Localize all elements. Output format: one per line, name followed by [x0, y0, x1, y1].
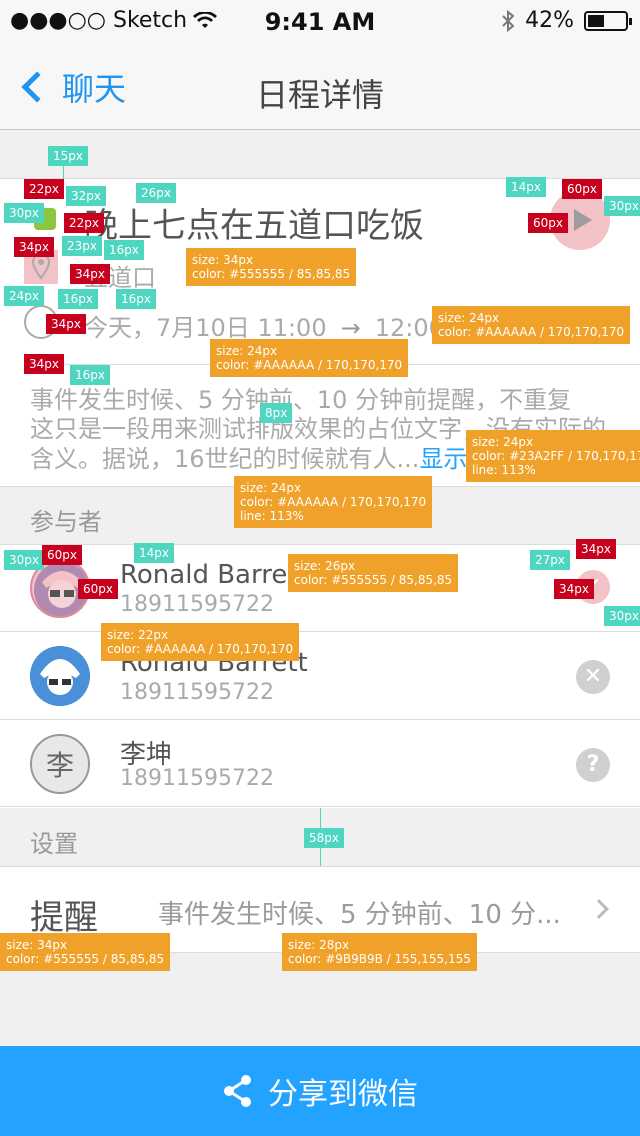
divider: [0, 806, 640, 807]
participant-name: Ronald Barrett: [120, 560, 308, 590]
size-tag: 34px: [554, 579, 594, 599]
text-spec-tag: size: 24px color: #AAAAAA / 170,170,170 …: [234, 476, 433, 528]
divider: [0, 544, 640, 545]
participant-phone: 18911595722: [120, 592, 274, 617]
size-tag: 60px: [562, 179, 602, 199]
reminder-value: 事件发生时候、5 分钟前、10 分...: [158, 900, 561, 930]
divider: [0, 631, 640, 632]
text-spec-tag: size: 24px color: #AAAAAA / 170,170,170: [432, 306, 631, 344]
close-icon: ✕: [576, 660, 610, 694]
text-spec-tag: size: 28px color: #9B9B9B / 155,155,155: [282, 933, 477, 971]
spacing-tag: 15px: [48, 146, 88, 166]
spacing-tag: 16px: [116, 289, 156, 309]
avatar[interactable]: 李: [30, 734, 90, 794]
spacing-tag: 26px: [136, 183, 176, 203]
size-tag: 22px: [24, 179, 64, 199]
question-icon: ?: [576, 748, 610, 782]
spacing-tag: 30px: [604, 606, 640, 626]
spacing-tag: 30px: [4, 550, 44, 570]
size-tag: 34px: [14, 237, 54, 257]
event-time: 今天，7月10日 11:00 → 12:00: [84, 308, 444, 343]
spacing-tag: 27px: [530, 550, 570, 570]
text-spec-tag: size: 34px color: #555555 / 85,85,85: [186, 248, 357, 286]
share-wechat-button[interactable]: 分享到微信: [0, 1046, 640, 1136]
spacing-tag: 14px: [134, 543, 174, 563]
spacing-tag: 23px: [62, 236, 102, 256]
size-tag: 34px: [46, 314, 86, 334]
avatar-initial: 李: [45, 749, 74, 782]
divider: [0, 719, 640, 720]
size-tag: 60px: [78, 579, 118, 599]
arrow-right-icon: →: [340, 314, 361, 342]
participants-header: 参与者: [30, 508, 102, 536]
spacing-tag: 30px: [4, 203, 44, 223]
time-start: 今天，7月10日 11:00: [84, 314, 327, 342]
bluetooth-icon: [502, 9, 515, 32]
reminder-summary: 事件发生时候、5 分钟前、10 分钟前提醒，不重复: [30, 386, 572, 414]
show-more-link[interactable]: 显示: [419, 445, 467, 473]
text-spec-tag: size: 26px color: #555555 / 85,85,85: [288, 554, 459, 592]
spacing-tag: 16px: [70, 365, 110, 385]
battery-icon: [584, 10, 632, 31]
reminder-label: 提醒: [30, 898, 98, 938]
page-title: 日程详情: [255, 76, 384, 114]
spacing-tag: 8px: [260, 403, 293, 423]
text-spec-tag: size: 24px color: #23A2FF / 170,170,170 …: [466, 430, 640, 482]
spacing-tag: 16px: [104, 240, 144, 260]
size-tag: 34px: [70, 264, 110, 284]
spacing-tag: 32px: [66, 186, 106, 206]
text-spec-tag: size: 22px color: #AAAAAA / 170,170,170: [101, 623, 300, 661]
share-icon: [224, 1075, 251, 1107]
size-tag: 34px: [576, 539, 616, 559]
settings-header: 设置: [30, 830, 78, 858]
size-tag: 34px: [24, 354, 64, 374]
device-status: 42%: [501, 8, 632, 33]
avatar[interactable]: [30, 646, 90, 706]
spacing-tag: 14px: [506, 177, 546, 197]
spacing-tag: 16px: [58, 289, 98, 309]
spacing-tag: 24px: [4, 286, 44, 306]
text-spec-tag: size: 24px color: #AAAAAA / 170,170,170: [210, 339, 409, 377]
person-avatar-icon: [30, 646, 90, 706]
share-label: 分享到微信: [268, 1077, 418, 1112]
spacing-tag: 58px: [304, 828, 344, 848]
size-tag: 60px: [528, 213, 568, 233]
navigation-bar: 聊天 日程详情: [0, 44, 640, 130]
participant-phone: 18911595722: [120, 766, 274, 791]
spacing-tag: 30px: [604, 196, 640, 216]
battery-percent: 42%: [525, 8, 574, 33]
status-bar: ●●●○○ Sketch 9:41 AM 42%: [0, 0, 640, 44]
participant-phone: 18911595722: [120, 680, 274, 705]
size-tag: 60px: [42, 545, 82, 565]
size-tag: 22px: [64, 213, 104, 233]
text-spec-tag: size: 34px color: #555555 / 85,85,85: [0, 933, 171, 971]
divider: [0, 866, 640, 867]
